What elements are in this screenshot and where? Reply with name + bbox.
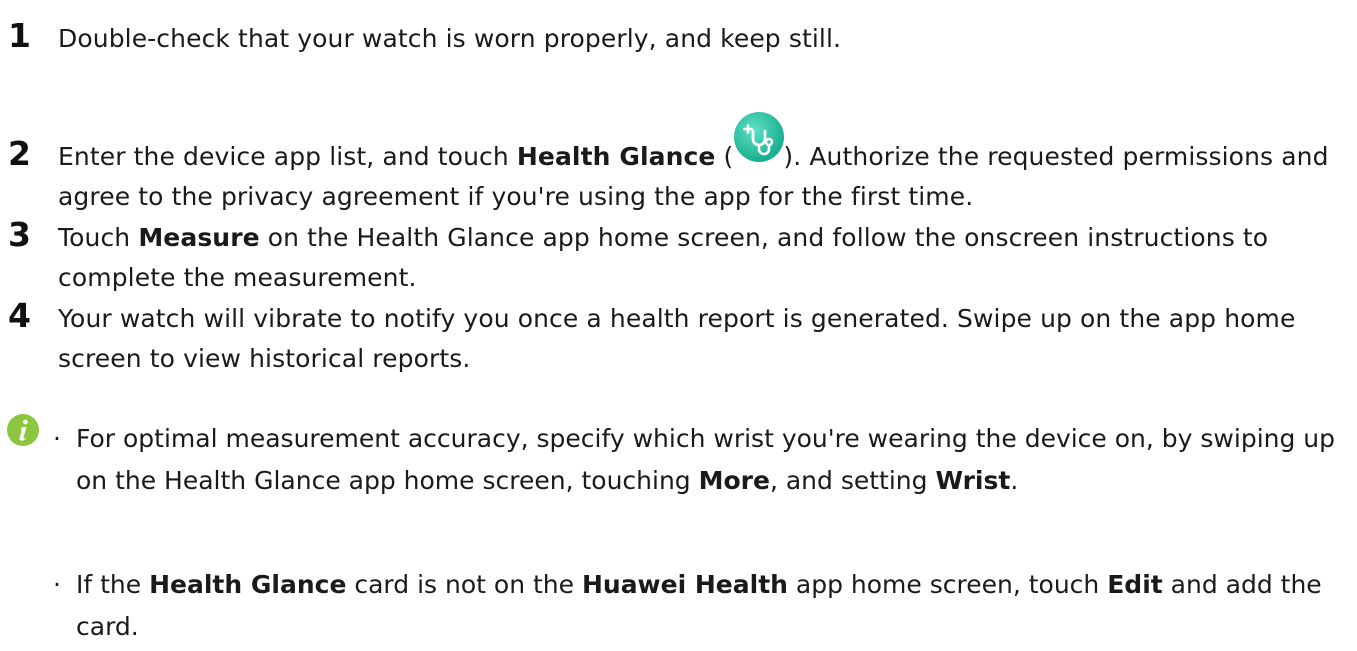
step-text: Your watch will vibrate to notify you on… [58, 299, 1353, 379]
health-glance-label: Health Glance [149, 570, 347, 599]
note-text-part: app home screen, touch [787, 570, 1108, 599]
step-text-content: Your watch will vibrate to notify you on… [58, 304, 1296, 373]
note-text-part: , and setting [769, 466, 936, 495]
step-text: Enter the device app list, and touch Hea… [58, 112, 1353, 217]
note-text: If the Health Glance card is not on the … [76, 564, 1351, 648]
note-text-part: . [1010, 466, 1019, 495]
wrist-label: Wrist [935, 466, 1011, 495]
note-text-part: card is not on the [346, 570, 582, 599]
step-text: Double-check that your watch is worn pro… [58, 19, 1353, 59]
more-label: More [698, 466, 770, 495]
health-glance-app-icon [733, 112, 785, 177]
step-number: 1 [8, 16, 31, 55]
step-number: 3 [8, 215, 31, 254]
bullet-dot: · [53, 570, 61, 599]
note-text-part: If the [76, 570, 150, 599]
bullet-dot: · [53, 424, 61, 453]
measure-label: Measure [138, 223, 260, 252]
edit-label: Edit [1107, 570, 1163, 599]
step-text: Touch Measure on the Health Glance app h… [58, 218, 1353, 298]
info-icon [7, 414, 39, 446]
huawei-health-label: Huawei Health [581, 570, 788, 599]
step-text-part: Touch [58, 223, 139, 252]
step-number: 4 [8, 296, 31, 335]
note-text: For optimal measurement accuracy, specif… [76, 418, 1351, 502]
step-text-content: Double-check that your watch is worn pro… [58, 24, 842, 53]
step-text-part: ( [715, 142, 734, 171]
app-name-health-glance: Health Glance [516, 142, 716, 171]
step-text-part: Enter the device app list, and touch [58, 142, 517, 171]
step-number: 2 [8, 134, 31, 173]
